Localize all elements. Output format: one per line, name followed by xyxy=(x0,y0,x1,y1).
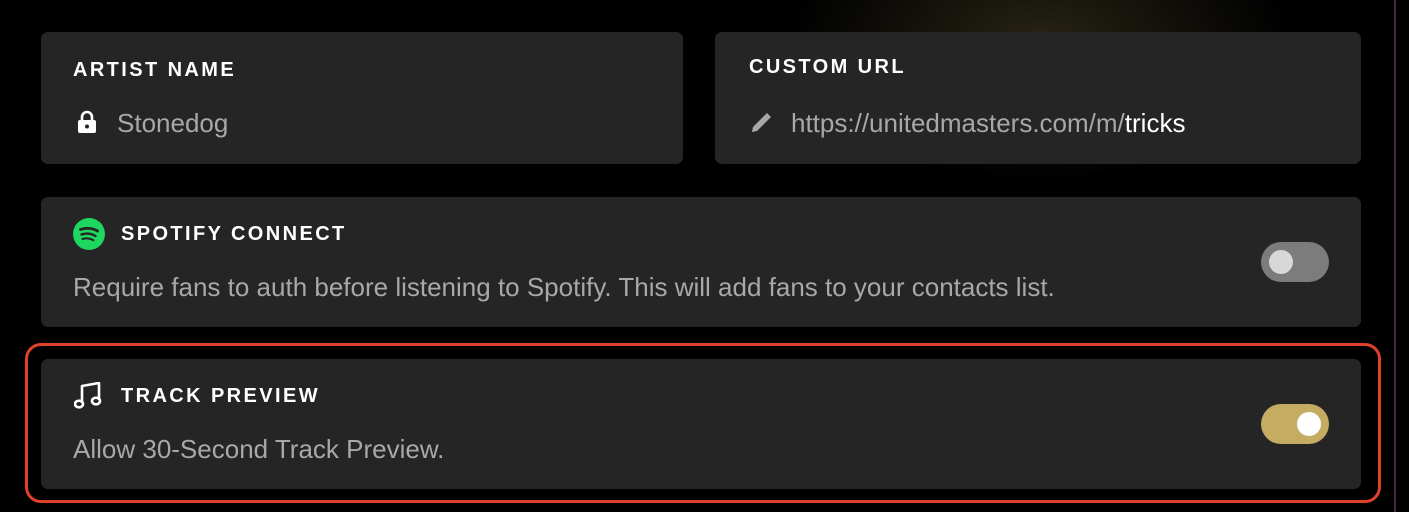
window-right-border xyxy=(1394,0,1396,512)
artist-name-title: ARTIST NAME xyxy=(73,59,237,81)
track-preview-title: TRACK PREVIEW xyxy=(121,385,320,407)
lock-icon xyxy=(78,110,96,133)
spotify-icon xyxy=(73,218,105,250)
settings-page: ARTIST NAME Stonedog CUSTOM URL https://… xyxy=(0,0,1409,512)
spotify-connect-title: SPOTIFY CONNECT xyxy=(121,223,347,245)
music-note-icon xyxy=(74,382,102,409)
pencil-icon[interactable] xyxy=(750,112,772,134)
spotify-connect-card: SPOTIFY CONNECT Require fans to auth bef… xyxy=(41,197,1361,327)
track-preview-description: Allow 30-Second Track Preview. xyxy=(73,434,445,464)
artist-name-value: Stonedog xyxy=(117,108,229,138)
track-preview-toggle[interactable] xyxy=(1261,404,1329,444)
toggle-knob xyxy=(1297,412,1321,436)
spotify-connect-toggle[interactable] xyxy=(1261,242,1329,282)
track-preview-card: TRACK PREVIEW Allow 30-Second Track Prev… xyxy=(41,359,1361,489)
custom-url-value[interactable]: https://unitedmasters.com/m/tricks xyxy=(791,108,1185,139)
spotify-connect-description: Require fans to auth before listening to… xyxy=(73,272,1055,302)
custom-url-slug[interactable]: tricks xyxy=(1125,108,1186,138)
custom-url-card[interactable]: CUSTOM URL https://unitedmasters.com/m/t… xyxy=(715,32,1361,164)
custom-url-title: CUSTOM URL xyxy=(749,56,906,78)
toggle-knob xyxy=(1269,250,1293,274)
artist-name-card: ARTIST NAME Stonedog xyxy=(41,32,683,164)
custom-url-prefix: https://unitedmasters.com/m/ xyxy=(791,108,1125,138)
